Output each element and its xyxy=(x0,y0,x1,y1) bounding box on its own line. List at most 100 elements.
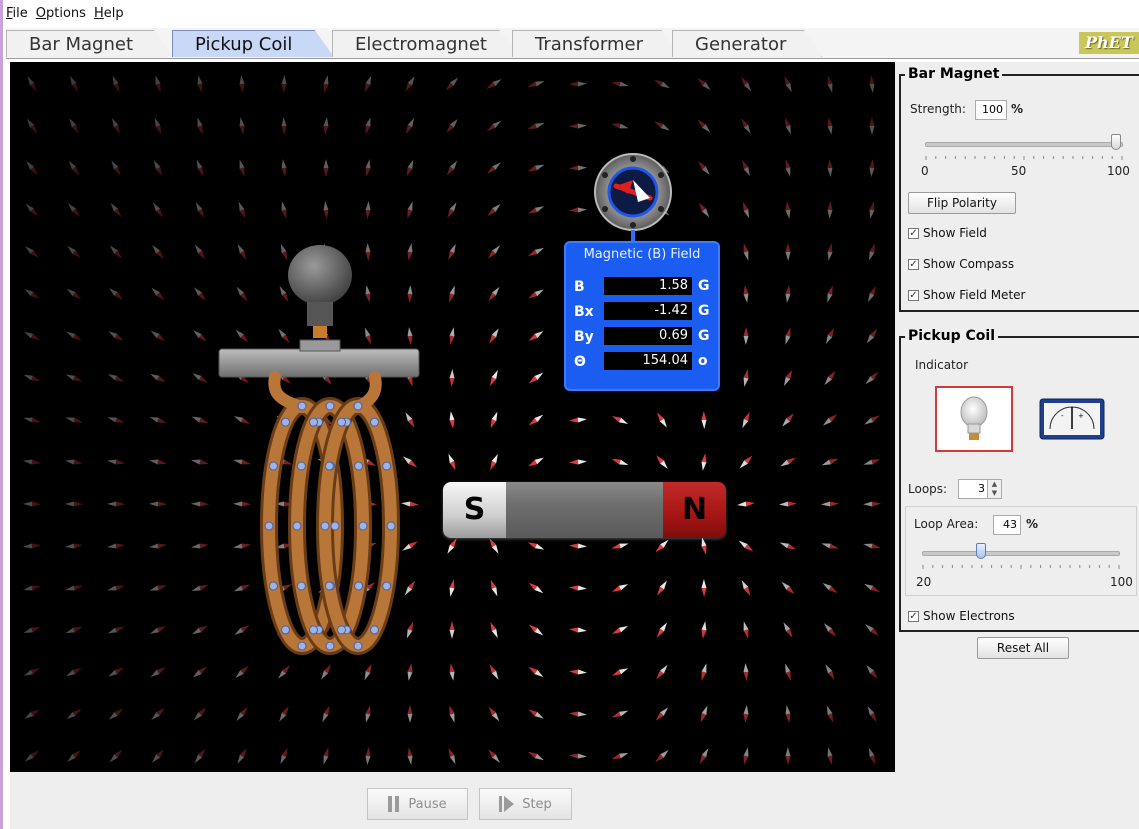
field-arrow xyxy=(528,666,544,678)
field-arrow xyxy=(486,79,502,89)
show-field-meter-checkbox[interactable]: ✓ Show Field Meter xyxy=(908,288,1025,302)
field-arrow xyxy=(863,543,881,549)
field-arrow xyxy=(407,327,413,345)
loop-area-input[interactable]: 43 xyxy=(993,515,1021,535)
menu-help[interactable]: Help xyxy=(94,6,124,26)
field-arrow xyxy=(239,117,245,135)
field-arrow xyxy=(406,621,414,639)
playback-bar: Pause Step xyxy=(10,772,895,829)
field-arrow xyxy=(785,705,791,723)
tab-pickup-coil[interactable]: Pickup Coil xyxy=(172,30,334,57)
field-arrow xyxy=(195,202,205,218)
field-meter-panel[interactable]: Magnetic (B) Field B 1.58 G Bx -1.42 G B… xyxy=(564,241,720,391)
step-button[interactable]: Step xyxy=(479,788,572,820)
loop-area-slider-track[interactable] xyxy=(922,551,1120,556)
field-arrow xyxy=(233,416,251,424)
show-compass-checkbox[interactable]: ✓ Show Compass xyxy=(908,257,1014,271)
strength-input[interactable]: 100 xyxy=(975,100,1007,120)
field-arrow xyxy=(785,663,791,681)
loop-area-ticks xyxy=(922,565,1120,569)
field-arrow xyxy=(23,417,41,423)
field-arrow xyxy=(701,579,707,597)
electron-dot xyxy=(309,417,318,427)
field-arrow xyxy=(234,625,250,635)
electron-dot xyxy=(320,521,330,531)
field-arrow xyxy=(822,414,838,426)
tab-transformer[interactable]: Transformer xyxy=(512,30,682,57)
show-electrons-checkbox[interactable]: ✓ Show Electrons xyxy=(908,609,1015,623)
field-arrow xyxy=(864,415,880,425)
field-arrow xyxy=(24,288,40,300)
menu-options[interactable]: Options xyxy=(36,6,86,26)
field-arrow xyxy=(233,543,251,549)
field-arrow xyxy=(150,666,166,678)
field-arrow xyxy=(236,706,248,722)
field-arrow xyxy=(779,501,797,507)
bar-magnet[interactable]: S N xyxy=(443,482,726,538)
show-field-checkbox[interactable]: ✓ Show Field xyxy=(908,226,987,240)
field-arrow xyxy=(867,285,877,303)
strength-slider-track[interactable] xyxy=(925,142,1123,147)
field-arrow xyxy=(402,456,418,468)
field-arrow xyxy=(449,369,455,387)
loops-spinner[interactable]: 3 ▲ ▼ xyxy=(958,479,1002,499)
electron-dot xyxy=(325,641,335,651)
field-arrow xyxy=(107,374,125,382)
pickup-coil-loops[interactable] xyxy=(260,371,400,655)
field-arrow xyxy=(569,207,587,213)
field-arrow xyxy=(365,117,371,135)
spinner-arrows-icon[interactable]: ▲ ▼ xyxy=(987,480,1001,498)
compass-icon[interactable] xyxy=(594,153,672,242)
pause-button[interactable]: Pause xyxy=(367,788,468,820)
field-arrow xyxy=(655,749,669,763)
field-arrow xyxy=(487,245,501,259)
loop-area-slider-thumb[interactable] xyxy=(975,543,986,559)
field-arrow xyxy=(107,626,125,634)
field-arrow xyxy=(66,667,82,677)
field-arrow xyxy=(569,81,587,87)
field-arrow xyxy=(191,459,209,465)
field-arrow xyxy=(657,412,667,428)
pickup-coil-group: Pickup Coil Indicator - + Loops: 3 ▲ ▼ L… xyxy=(899,328,1139,632)
electron-dot xyxy=(354,461,364,471)
flip-polarity-button[interactable]: Flip Polarity xyxy=(908,192,1016,214)
field-arrow xyxy=(149,626,167,634)
field-arrow xyxy=(821,501,839,507)
field-arrow xyxy=(611,81,629,87)
pickup-coil-group-title: Pickup Coil xyxy=(905,328,999,344)
reset-all-button[interactable]: Reset All xyxy=(977,637,1069,659)
indicator-voltmeter-option[interactable]: - + xyxy=(1033,386,1111,452)
field-arrow xyxy=(701,453,707,471)
field-arrow xyxy=(365,243,371,261)
tab-generator[interactable]: Generator xyxy=(672,30,822,57)
field-meter-label: B xyxy=(574,279,585,295)
simulation-canvas[interactable]: Magnetic (B) Field B 1.58 G Bx -1.42 G B… xyxy=(10,62,895,772)
field-arrow xyxy=(869,159,875,177)
tab-bar-magnet[interactable]: Bar Magnet xyxy=(6,30,174,57)
field-arrow xyxy=(192,666,208,678)
field-arrow xyxy=(193,707,207,721)
indicator-bulb-option[interactable] xyxy=(935,386,1013,452)
field-arrow xyxy=(280,747,288,765)
pause-label: Pause xyxy=(408,796,447,812)
field-arrow xyxy=(65,459,83,465)
tab-electromagnet[interactable]: Electromagnet xyxy=(332,30,522,57)
strength-slider-thumb[interactable] xyxy=(1111,134,1121,150)
menu-file[interactable]: File xyxy=(6,6,28,26)
electron-dot xyxy=(281,417,290,427)
field-arrow xyxy=(490,453,498,471)
field-arrow xyxy=(407,201,413,219)
electron-dot xyxy=(264,521,274,531)
magnet-south-pole: S xyxy=(443,482,506,538)
field-meter-label: Θ xyxy=(574,354,586,370)
field-arrow xyxy=(528,331,544,341)
field-and-coil-layer xyxy=(23,75,881,765)
field-arrow xyxy=(701,663,707,681)
field-arrow xyxy=(569,165,587,171)
field-arrow xyxy=(528,709,544,719)
field-arrow xyxy=(323,159,329,177)
electron-dot xyxy=(297,401,307,411)
field-arrow xyxy=(194,244,206,260)
phet-logo: PhET xyxy=(1079,32,1139,54)
checkbox-checked-icon: ✓ xyxy=(908,258,919,270)
